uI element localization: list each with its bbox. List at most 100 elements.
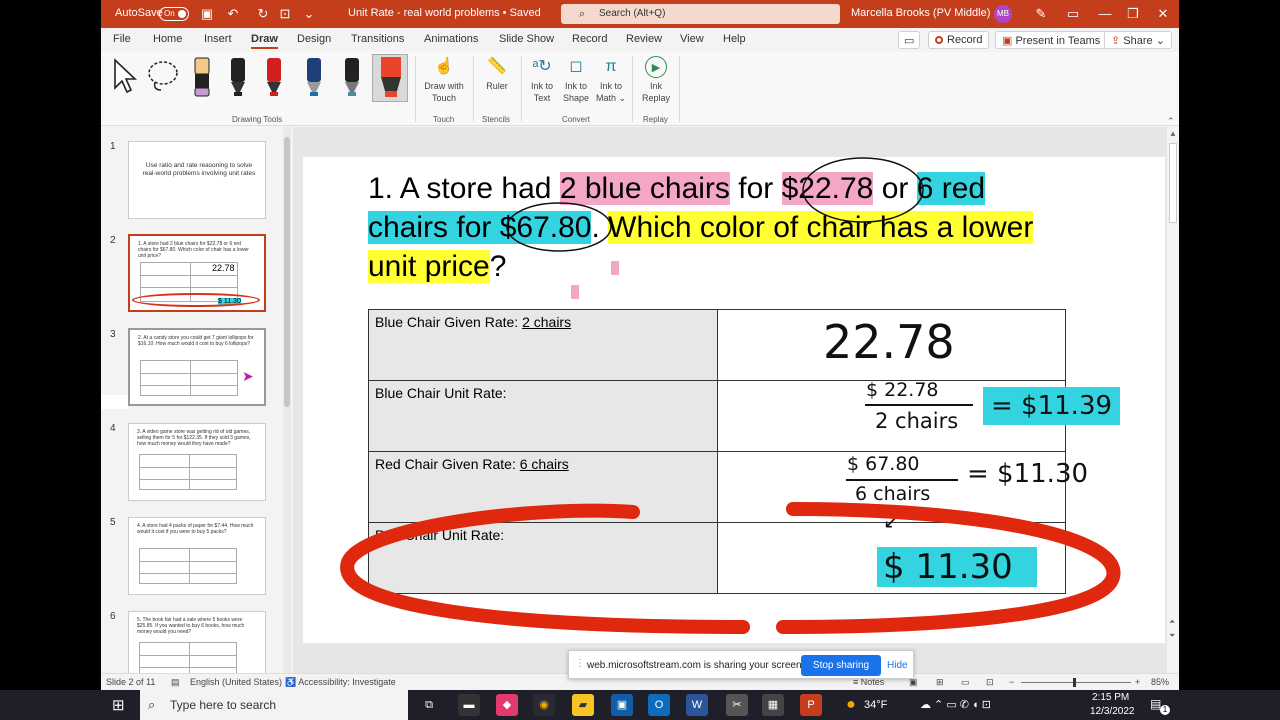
- slide-sorter-icon[interactable]: ⊞: [936, 677, 944, 688]
- teams-icon: ▣: [1002, 35, 1016, 47]
- tab-slide-show[interactable]: Slide Show: [499, 33, 554, 45]
- scroll-up-icon[interactable]: ▲: [1169, 129, 1177, 138]
- tab-view[interactable]: View: [680, 33, 704, 45]
- draw-with-touch-button[interactable]: ☝ Draw with Touch: [419, 56, 469, 104]
- tab-transitions[interactable]: Transitions: [351, 33, 404, 45]
- zoom-slider[interactable]: [1021, 678, 1131, 687]
- redo-icon[interactable]: ↻: [255, 6, 271, 22]
- ribbon-display-icon[interactable]: ▭: [1065, 6, 1081, 22]
- lasso-select-icon[interactable]: [145, 58, 181, 94]
- clock-date[interactable]: 12/3/2022: [1090, 706, 1135, 717]
- weather-icon[interactable]: ●: [840, 694, 862, 716]
- select-arrow-icon[interactable]: [111, 58, 137, 94]
- zoom-level[interactable]: 85%: [1151, 677, 1169, 687]
- slide-thumbnail-5[interactable]: 4. A store had 4 packs of paper for $7.4…: [128, 517, 266, 595]
- word-icon[interactable]: W: [686, 694, 708, 716]
- present-in-teams-button[interactable]: ▣ Present in Teams: [995, 31, 1108, 49]
- language-status[interactable]: English (United States): [190, 677, 282, 687]
- calculator-icon[interactable]: ▦: [762, 694, 784, 716]
- eraser-pen-icon[interactable]: [189, 56, 215, 100]
- ink-replay-button[interactable]: ▶ Ink Replay: [636, 56, 676, 104]
- undo-icon[interactable]: ↶: [225, 6, 241, 22]
- customize-toolbar-icon[interactable]: ⌄: [301, 6, 317, 22]
- reading-view-icon[interactable]: ▭: [961, 677, 970, 688]
- pen-black-icon[interactable]: [225, 56, 251, 100]
- drag-handle-icon[interactable]: ⋮: [575, 658, 585, 669]
- next-slide-icon[interactable]: ⏷: [1169, 631, 1175, 641]
- share-button[interactable]: ⇪ Share ⌄: [1104, 31, 1172, 49]
- snipping-tool-icon[interactable]: ✂: [726, 694, 748, 716]
- slide-thumbnail-3[interactable]: 2. At a candy store you could get 7 gian…: [128, 328, 266, 406]
- slide-scrollbar[interactable]: ▲ ⏶ ⏷: [1167, 127, 1179, 673]
- scroll-thumb[interactable]: [1169, 143, 1177, 223]
- stop-sharing-button[interactable]: Stop sharing: [801, 655, 881, 676]
- slide-thumbnail-2[interactable]: 1. A store had 2 blue chairs for $22.78 …: [128, 234, 266, 312]
- file-explorer-icon[interactable]: ▬: [458, 694, 480, 716]
- pen-icon[interactable]: ✎: [1033, 6, 1049, 22]
- ink-to-math-line2: Math: [595, 93, 616, 103]
- tab-animations[interactable]: Animations: [424, 33, 478, 45]
- ruler-button[interactable]: 📏 Ruler: [479, 56, 515, 92]
- tray-icons[interactable]: ☁ ⌃ ▭ ✆ ◖ ⊡: [920, 698, 991, 711]
- store-icon[interactable]: ◆: [496, 694, 518, 716]
- present-icon[interactable]: ⊡: [277, 6, 293, 22]
- search-box[interactable]: ⌕ Search (Alt+Q): [561, 4, 840, 24]
- ribbon-separator: [415, 56, 416, 122]
- powerpoint-icon[interactable]: P: [800, 694, 822, 716]
- tab-design[interactable]: Design: [297, 33, 331, 45]
- chrome-icon[interactable]: ◉: [533, 694, 555, 716]
- restore-icon[interactable]: ❐: [1125, 6, 1141, 22]
- slide-canvas[interactable]: 1. A store had 2 blue chairs for $22.78 …: [303, 157, 1165, 643]
- zoom-out-icon[interactable]: −: [1009, 677, 1014, 687]
- save-icon[interactable]: ▣: [199, 6, 215, 22]
- slide-thumbnail-1[interactable]: Use ratio and rate reasoning to solve re…: [128, 141, 266, 219]
- highlighter-selected[interactable]: [372, 54, 408, 102]
- tab-home[interactable]: Home: [153, 33, 182, 45]
- slide-thumbnail-6[interactable]: 5. The book fair had a sale where 5 book…: [128, 611, 266, 673]
- clock-time[interactable]: 2:15 PM: [1092, 692, 1129, 703]
- tab-insert[interactable]: Insert: [204, 33, 232, 45]
- slideshow-view-icon[interactable]: ⊡: [986, 677, 994, 688]
- tab-help[interactable]: Help: [723, 33, 746, 45]
- hide-button[interactable]: Hide: [887, 660, 908, 671]
- ribbon-separator: [632, 56, 633, 122]
- autosave-toggle[interactable]: On: [159, 7, 189, 21]
- pen-red-icon[interactable]: [261, 56, 287, 100]
- sticky-notes-icon[interactable]: ▰: [572, 694, 594, 716]
- outlook-icon[interactable]: O: [648, 694, 670, 716]
- ink-to-math-button[interactable]: π Ink to Math ⌄: [593, 56, 629, 104]
- windows-start-icon[interactable]: ⊞: [112, 696, 125, 714]
- pen-blue-icon[interactable]: [301, 56, 327, 100]
- tab-review[interactable]: Review: [626, 33, 662, 45]
- user-name[interactable]: Marcella Brooks (PV Middle): [851, 7, 990, 19]
- record-button[interactable]: Record: [928, 31, 990, 49]
- ink-to-text-button[interactable]: ᵃ↻ Ink to Text: [525, 56, 559, 104]
- thumb-text: 2. At a candy store you could get 7 gian…: [138, 335, 254, 347]
- task-view-icon[interactable]: ⧉: [418, 694, 440, 716]
- minimize-icon[interactable]: —: [1097, 6, 1113, 22]
- teams-icon[interactable]: ▣: [611, 694, 633, 716]
- avatar[interactable]: MB: [994, 5, 1012, 23]
- zoom-in-icon[interactable]: +: [1135, 677, 1140, 687]
- ink-to-shape-line1: Ink to: [564, 81, 587, 91]
- spellcheck-icon[interactable]: ▤: [171, 677, 180, 688]
- tab-file[interactable]: File: [113, 33, 131, 45]
- ink-to-shape-button[interactable]: ◻ Ink to Shape: [559, 56, 593, 104]
- pen-teal-icon[interactable]: [339, 56, 365, 100]
- thumbnail-scrollbar[interactable]: [283, 127, 291, 673]
- tab-draw[interactable]: Draw: [251, 33, 278, 49]
- share-label: Share: [1123, 35, 1153, 47]
- record-label: Record: [947, 34, 983, 46]
- tab-record[interactable]: Record: [572, 33, 607, 45]
- weather-temp[interactable]: 34°F: [864, 699, 887, 711]
- prev-slide-icon[interactable]: ⏶: [1169, 617, 1175, 627]
- taskbar-search[interactable]: ⌕ Type here to search: [140, 690, 408, 720]
- slide-thumbnail-4[interactable]: 3. A video game store was getting rid of…: [128, 423, 266, 501]
- scroll-thumb[interactable]: [284, 137, 290, 407]
- ruler-icon: 📏: [487, 58, 507, 75]
- close-icon[interactable]: ✕: [1155, 6, 1171, 22]
- accessibility-status[interactable]: ♿ Accessibility: Investigate: [285, 677, 396, 688]
- comments-button[interactable]: ▭: [898, 31, 920, 49]
- collapse-ribbon-icon[interactable]: ⌃: [1167, 116, 1175, 127]
- zoom-handle[interactable]: [1073, 678, 1076, 687]
